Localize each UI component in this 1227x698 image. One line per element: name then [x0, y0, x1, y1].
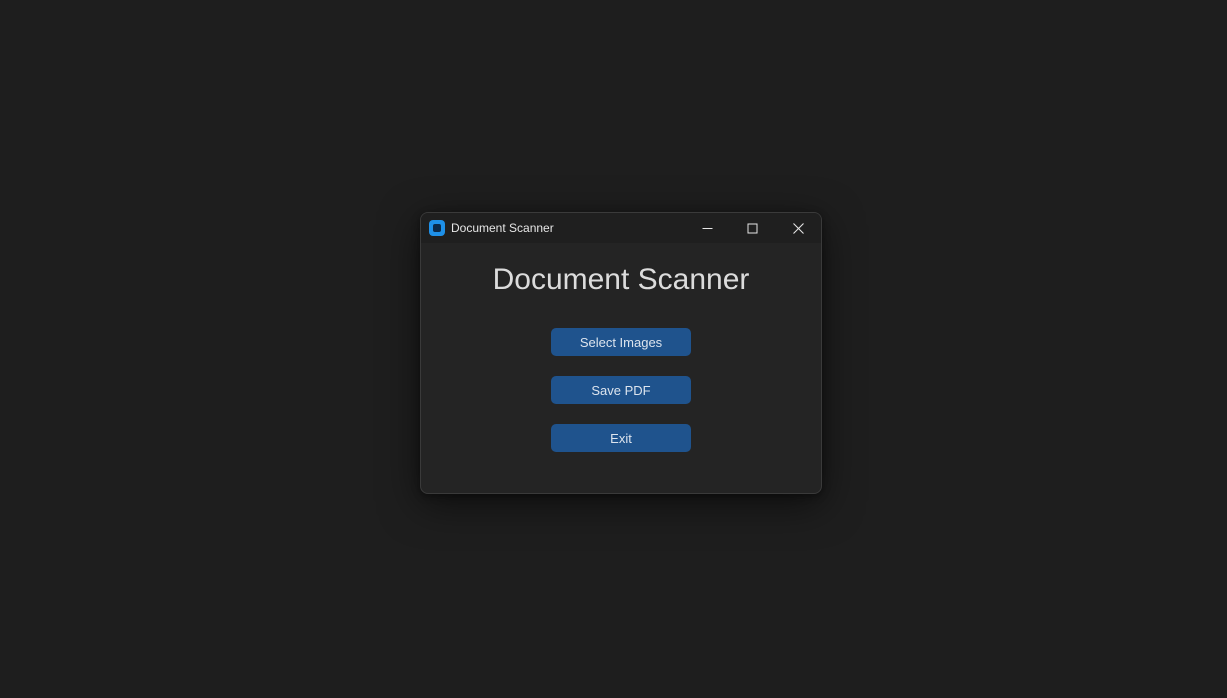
minimize-icon [702, 227, 713, 229]
minimize-button[interactable] [685, 213, 730, 243]
page-title: Document Scanner [492, 263, 750, 296]
app-window: Document Scanner Document Scanner Select… [420, 212, 822, 494]
app-icon [429, 220, 445, 236]
title-bar[interactable]: Document Scanner [421, 213, 821, 243]
close-button[interactable] [776, 213, 821, 243]
desktop: Document Scanner Document Scanner Select… [0, 0, 1227, 698]
window-title: Document Scanner [451, 221, 554, 235]
select-images-button[interactable]: Select Images [551, 328, 691, 356]
exit-button[interactable]: Exit [551, 424, 691, 452]
maximize-button[interactable] [730, 213, 775, 243]
close-icon [793, 222, 804, 234]
maximize-icon [747, 223, 758, 233]
save-pdf-button[interactable]: Save PDF [551, 376, 691, 404]
